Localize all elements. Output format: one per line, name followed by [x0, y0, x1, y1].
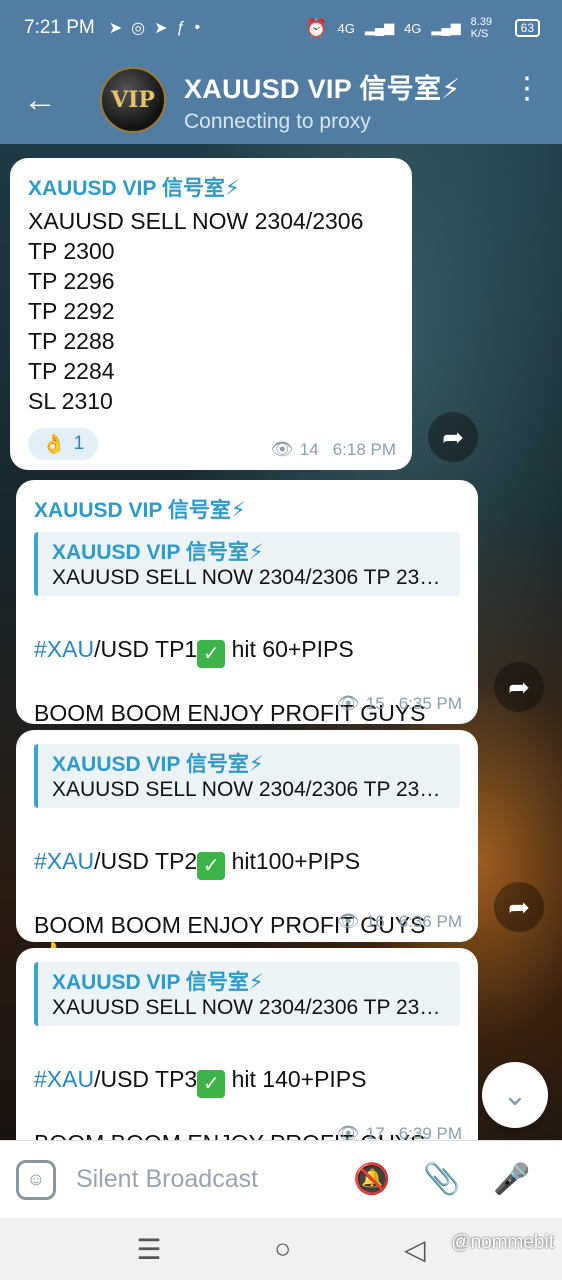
message-input[interactable]: Silent Broadcast: [76, 1165, 316, 1194]
reply-text: XAUUSD SELL NOW 2304/2306 TP 2300 TP 229…: [52, 996, 450, 1019]
message-line-pre: /USD TP2: [94, 848, 198, 874]
status-bar: 7:21 PM ➤ ◎ ➤ ƒ • ⏰ 4G ▂▄▆ 4G ▂▄▆ 8.39 K…: [0, 0, 562, 56]
hashtag-link[interactable]: #XAU: [34, 848, 94, 874]
check-mark-icon: ✓: [197, 852, 226, 880]
home-icon[interactable]: ○: [274, 1233, 291, 1265]
message-bubble[interactable]: XAUUSD VIP 信号室⚡ XAUUSD SELL NOW 2304/230…: [16, 948, 478, 1140]
more-menu-icon[interactable]: ⋮: [512, 74, 542, 104]
message-line-pre: /USD TP1: [94, 636, 198, 662]
reply-sender: XAUUSD VIP 信号室⚡: [52, 753, 264, 776]
avatar[interactable]: VIP: [100, 67, 166, 133]
eye-icon: 👁: [336, 693, 360, 713]
watermark: @nommebit: [451, 1232, 554, 1253]
reaction-count: 1: [73, 433, 85, 454]
message-time: 6:39 PM: [398, 1123, 462, 1141]
alarm-icon: ⏰: [305, 17, 328, 38]
message-meta: 👁 15 6:35 PM: [337, 693, 462, 714]
back-nav-icon[interactable]: ◁: [404, 1233, 426, 1266]
reaction-badge[interactable]: 👌 1: [28, 428, 99, 460]
message-sender[interactable]: XAUUSD VIP 信号室⚡: [28, 172, 394, 202]
message-input-bar: ☺ Silent Broadcast 🔕 📎 🎤: [0, 1140, 562, 1218]
view-count: 14: [299, 439, 319, 459]
network-2: 4G: [404, 20, 422, 36]
message-line: #XAU/USD TP2 ✓ hit100+PIPS: [34, 816, 460, 880]
message-line: #XAU/USD TP3 ✓ hit 140+PIPS: [34, 1034, 460, 1098]
message-time: 6:18 PM: [332, 439, 396, 459]
reply-preview[interactable]: XAUUSD VIP 信号室⚡ XAUUSD SELL NOW 2304/230…: [34, 532, 460, 596]
recent-apps-icon[interactable]: ☰: [136, 1233, 161, 1266]
eye-icon: 👁: [270, 439, 294, 459]
view-count: 15: [365, 693, 385, 713]
battery-icon: 63: [514, 19, 540, 37]
message-line-pre: /USD TP3: [94, 1066, 198, 1092]
message-meta: 👁 16 6:36 PM: [337, 911, 462, 932]
app-icon: ƒ: [176, 19, 186, 36]
eye-icon: 👁: [336, 911, 360, 931]
message-line-post: hit 60+PIPS: [225, 636, 354, 662]
speed: 8.39 K/S: [470, 16, 493, 40]
network-1: 4G: [337, 20, 355, 36]
reply-text: XAUUSD SELL NOW 2304/2306 TP 2300 TP 229…: [52, 566, 450, 589]
reply-text: XAUUSD SELL NOW 2304/2306 TP 2300 TP 229…: [52, 778, 450, 801]
message-time: 6:35 PM: [398, 693, 462, 713]
chat-header: ← VIP XAUUSD VIP 信号室⚡ Connecting to prox…: [0, 56, 562, 144]
instagram-icon: ◎: [131, 20, 146, 37]
forward-icon[interactable]: ➦: [494, 882, 544, 932]
message-line-post: hit100+PIPS: [225, 848, 361, 874]
view-count: 16: [365, 911, 385, 931]
reply-sender: XAUUSD VIP 信号室⚡: [52, 971, 264, 994]
message-text: XAUUSD SELL NOW 2304/2306 TP 2300 TP 229…: [28, 208, 364, 414]
back-arrow-icon[interactable]: ←: [0, 56, 80, 144]
telegram-icon: ➤: [108, 20, 123, 37]
hashtag-link[interactable]: #XAU: [34, 1066, 94, 1092]
hashtag-link[interactable]: #XAU: [34, 636, 94, 662]
scroll-down-button[interactable]: ⌄: [482, 1062, 548, 1128]
microphone-icon[interactable]: 🎤: [492, 1160, 532, 1200]
message-bubble[interactable]: XAUUSD VIP 信号室⚡ XAUUSD VIP 信号室⚡ XAUUSD S…: [16, 480, 478, 760]
ok-hand-icon: 👌: [42, 434, 66, 455]
reply-sender: XAUUSD VIP 信号室⚡: [52, 541, 264, 564]
bell-off-icon[interactable]: 🔕: [352, 1160, 392, 1200]
signal-icon: ▂▄▆: [364, 20, 395, 35]
reply-preview[interactable]: XAUUSD VIP 信号室⚡ XAUUSD SELL NOW 2304/230…: [34, 962, 460, 1026]
telegram-icon-2: ➤: [154, 20, 168, 37]
sticker-icon[interactable]: ☺: [16, 1159, 56, 1200]
chat-titles[interactable]: XAUUSD VIP 信号室⚡ Connecting to proxy: [184, 67, 461, 134]
forward-icon[interactable]: ➦: [494, 662, 544, 712]
message-meta: 👁 17 6:39 PM: [337, 1123, 462, 1140]
dot-icon: •: [194, 19, 201, 36]
attach-icon[interactable]: 📎: [422, 1160, 462, 1200]
chat-area[interactable]: XAUUSD VIP 信号室⚡ XAUUSD SELL NOW 2304/230…: [0, 144, 562, 1140]
message-bubble[interactable]: XAUUSD VIP 信号室⚡ XAUUSD SELL NOW 2304/230…: [16, 730, 478, 972]
check-mark-icon: ✓: [197, 640, 226, 668]
chat-subtitle: Connecting to proxy: [184, 109, 371, 133]
forward-icon[interactable]: ➦: [428, 412, 478, 462]
status-time: 7:21 PM: [24, 17, 95, 38]
message-line-post: hit 140+PIPS: [225, 1066, 367, 1092]
check-mark-icon: ✓: [197, 1070, 226, 1098]
message-meta: 👁 14 6:18 PM: [271, 439, 396, 460]
chat-title: XAUUSD VIP 信号室⚡: [184, 73, 461, 104]
message-time: 6:36 PM: [398, 911, 462, 931]
eye-icon: 👁: [336, 1123, 360, 1140]
signal-icon-2: ▂▄▆: [431, 20, 461, 35]
reply-preview[interactable]: XAUUSD VIP 信号室⚡ XAUUSD SELL NOW 2304/230…: [34, 744, 460, 808]
view-count: 17: [365, 1123, 385, 1141]
message-sender[interactable]: XAUUSD VIP 信号室⚡: [34, 494, 460, 524]
message-line: #XAU/USD TP1 ✓ hit 60+PIPS: [34, 604, 460, 668]
message-bubble[interactable]: XAUUSD VIP 信号室⚡ XAUUSD SELL NOW 2304/230…: [10, 158, 412, 470]
